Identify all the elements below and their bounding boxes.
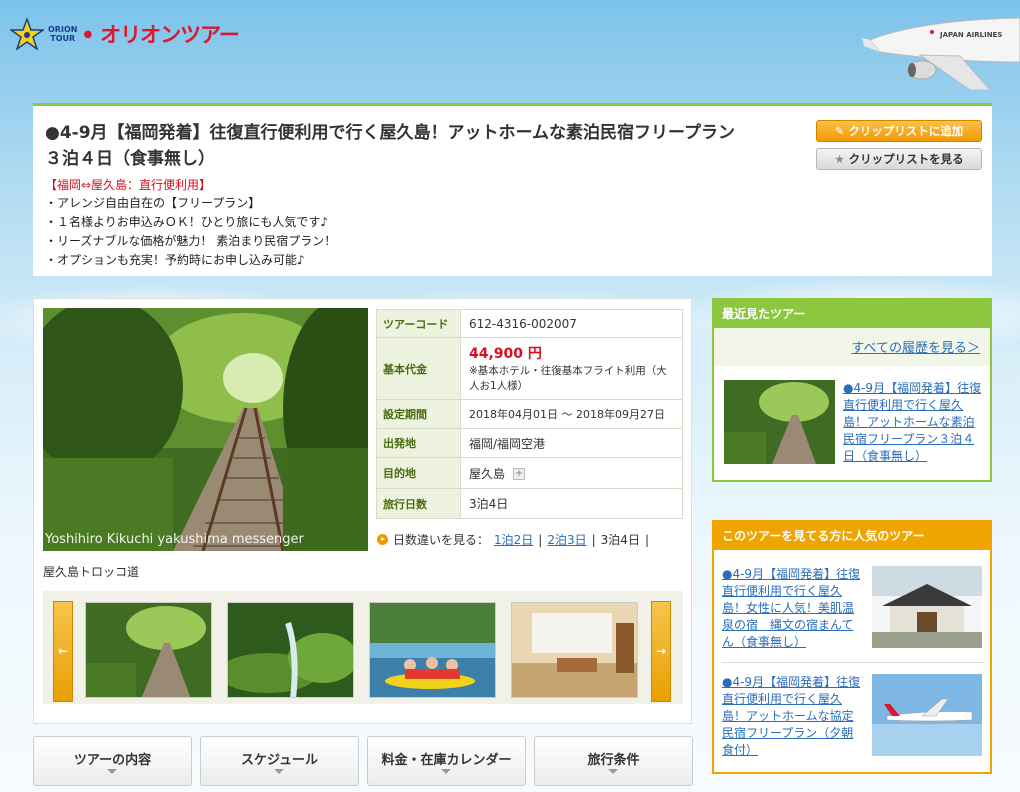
photo-caption: 屋久島トロッコ道 — [43, 565, 140, 579]
tab-schedule[interactable]: スケジュール — [200, 736, 359, 786]
tour-info-table: ツアーコード 612-4316-002007 基本代金 44,900 円 ※基本… — [376, 309, 683, 519]
other-durations-label: 日数違いを見る： — [393, 533, 490, 547]
photo-thumbnail-carousel: ← → — [43, 591, 683, 704]
departure-label: 出発地 — [376, 428, 461, 458]
carousel-prev-button[interactable]: ← — [53, 601, 73, 702]
period-value: 2018年04月01日 〜 2018年09月27日 — [460, 399, 683, 429]
period-label: 設定期間 — [376, 399, 461, 429]
tab-price-calendar[interactable]: 料金・在庫カレンダー — [367, 736, 526, 786]
tour-code-label: ツアーコード — [376, 309, 461, 338]
view-all-history-link[interactable]: すべての履歴を見る＞ — [851, 341, 980, 356]
tour-detail-panel: Yoshihiro Kikuchi yakushima messenger 屋久… — [33, 298, 692, 724]
tour-title-panel: ●4-9月【福岡発着】往復直行便利用で行く屋久島！アットホームな素泊民宿フリープ… — [33, 103, 992, 276]
tour-title-line1: ●4-9月【福岡発着】往復直行便利用で行く屋久島！アットホームな素泊民宿フリープ… — [45, 123, 736, 143]
star-logo-icon — [8, 16, 46, 51]
thumbnail-kayak[interactable] — [369, 602, 496, 698]
route-label: 【福岡⇔屋久島：直行便利用】 — [45, 178, 212, 192]
price-note: ※基本ホテル・往復基本フライト利用（大人お1人様） — [469, 364, 667, 392]
logo-badge: ORION TOUR — [48, 25, 78, 43]
table-row: 目的地 屋久島 + — [376, 457, 683, 489]
feature-list: ・アレンジ自由自在の【フリープラン】 ・１名様よりお申込みＯＫ！ひとり旅にも人気… — [45, 194, 980, 270]
paperclip-icon: ✎ — [834, 124, 849, 138]
clip-buttons: ✎ クリップリストに追加 ★ クリップリストを見る — [816, 120, 982, 170]
main-tour-photo[interactable]: Yoshihiro Kikuchi yakushima messenger — [43, 308, 368, 551]
duration-link-1n2d[interactable]: 1泊2日 — [494, 531, 533, 548]
feature-item: ・オプションも充実！予約時にお申し込み可能♪ — [45, 253, 305, 267]
duration-value: 3泊4日 — [460, 488, 683, 519]
destination-value: 屋久島 — [469, 466, 506, 481]
plus-icon[interactable]: + — [513, 468, 526, 480]
table-row: 旅行日数 3泊4日 — [376, 488, 683, 519]
price-value: 44,900 円 — [469, 345, 542, 362]
price-label: 基本代金 — [376, 337, 461, 400]
popular-tour-thumbnail-inn[interactable] — [872, 566, 982, 648]
star-icon: ★ — [834, 152, 849, 166]
table-row: 基本代金 44,900 円 ※基本ホテル・往復基本フライト利用（大人お1人様） — [376, 337, 683, 400]
table-row: 出発地 福岡/福岡空港 — [376, 428, 683, 458]
logo-text: オリオンツアー — [100, 23, 240, 47]
thumbnail-room[interactable] — [511, 602, 638, 698]
table-row: 設定期間 2018年04月01日 〜 2018年09月27日 — [376, 399, 683, 429]
popular-tours-header: このツアーを見てる方に人気のツアー — [714, 522, 990, 550]
tour-title-line2: ３泊４日（食事無し） — [45, 149, 215, 169]
feature-item: ・リーズナブルな価格が魅力！ 素泊まり民宿プラン！ — [45, 234, 337, 248]
recently-viewed-panel: 最近見たツアー すべての履歴を見る＞ ●4-9月【福岡発着】往復直行便利用で行く… — [712, 298, 992, 482]
arrow-right-icon: → — [655, 644, 667, 658]
divider — [722, 662, 984, 663]
recent-tour-link[interactable]: ●4-9月【福岡発着】往復直行便利用で行く屋久島！アットホームな素泊民宿フリープ… — [843, 380, 983, 465]
popular-tour-thumbnail-plane[interactable] — [872, 674, 982, 756]
airline-label: JAPAN AIRLINES — [939, 31, 1002, 39]
other-durations: 日数違いを見る： 1泊2日 | 2泊3日 | 3泊4日 | — [377, 531, 649, 548]
thumbnail-forest-stream[interactable] — [227, 602, 354, 698]
tab-travel-conditions[interactable]: 旅行条件 — [534, 736, 693, 786]
recent-tour-thumbnail[interactable] — [724, 380, 835, 464]
arrow-left-icon: ← — [57, 644, 69, 658]
feature-item: ・１名様よりお申込みＯＫ！ひとり旅にも人気です♪ — [45, 215, 329, 229]
duration-link-2n3d[interactable]: 2泊3日 — [547, 531, 586, 548]
duration-current: 3泊4日 — [600, 533, 640, 547]
tour-code-value: 612-4316-002007 — [460, 309, 683, 338]
departure-value: 福岡/福岡空港 — [460, 428, 683, 458]
destination-label: 目的地 — [376, 457, 461, 489]
carousel-next-button[interactable]: → — [651, 601, 671, 702]
feature-item: ・アレンジ自由自在の【フリープラン】 — [45, 196, 261, 210]
add-to-clip-list-button[interactable]: ✎ クリップリストに追加 — [816, 120, 982, 142]
tour-title: ●4-9月【福岡発着】往復直行便利用で行く屋久島！アットホームな素泊民宿フリープ… — [45, 120, 805, 172]
thumbnail-trolley-road[interactable] — [85, 602, 212, 698]
recently-viewed-header: 最近見たツアー — [714, 300, 990, 328]
tab-tour-content[interactable]: ツアーの内容 — [33, 736, 192, 786]
popular-tour-link[interactable]: ●4-9月【福岡発着】往復直行便利用で行く屋久島！女性に人気！美肌温泉の宿 縄文… — [722, 566, 864, 651]
orion-tour-logo[interactable]: ORION TOUR ● オリオンツアー — [8, 16, 240, 51]
logo-dot: ● — [83, 28, 93, 40]
view-clip-list-button[interactable]: ★ クリップリストを見る — [816, 148, 982, 170]
duration-label: 旅行日数 — [376, 488, 461, 519]
photo-credit: Yoshihiro Kikuchi yakushima messenger — [45, 532, 304, 547]
popular-tours-panel: このツアーを見てる方に人気のツアー ●4-9月【福岡発着】往復直行便利用で行く屋… — [712, 520, 992, 774]
table-row: ツアーコード 612-4316-002007 — [376, 309, 683, 338]
airplane-image: JAPAN AIRLINES — [862, 17, 1020, 90]
arrow-circle-icon — [377, 534, 388, 545]
popular-tour-link[interactable]: ●4-9月【福岡発着】往復直行便利用で行く屋久島！アットホームな協定民宿フリープ… — [722, 674, 864, 759]
